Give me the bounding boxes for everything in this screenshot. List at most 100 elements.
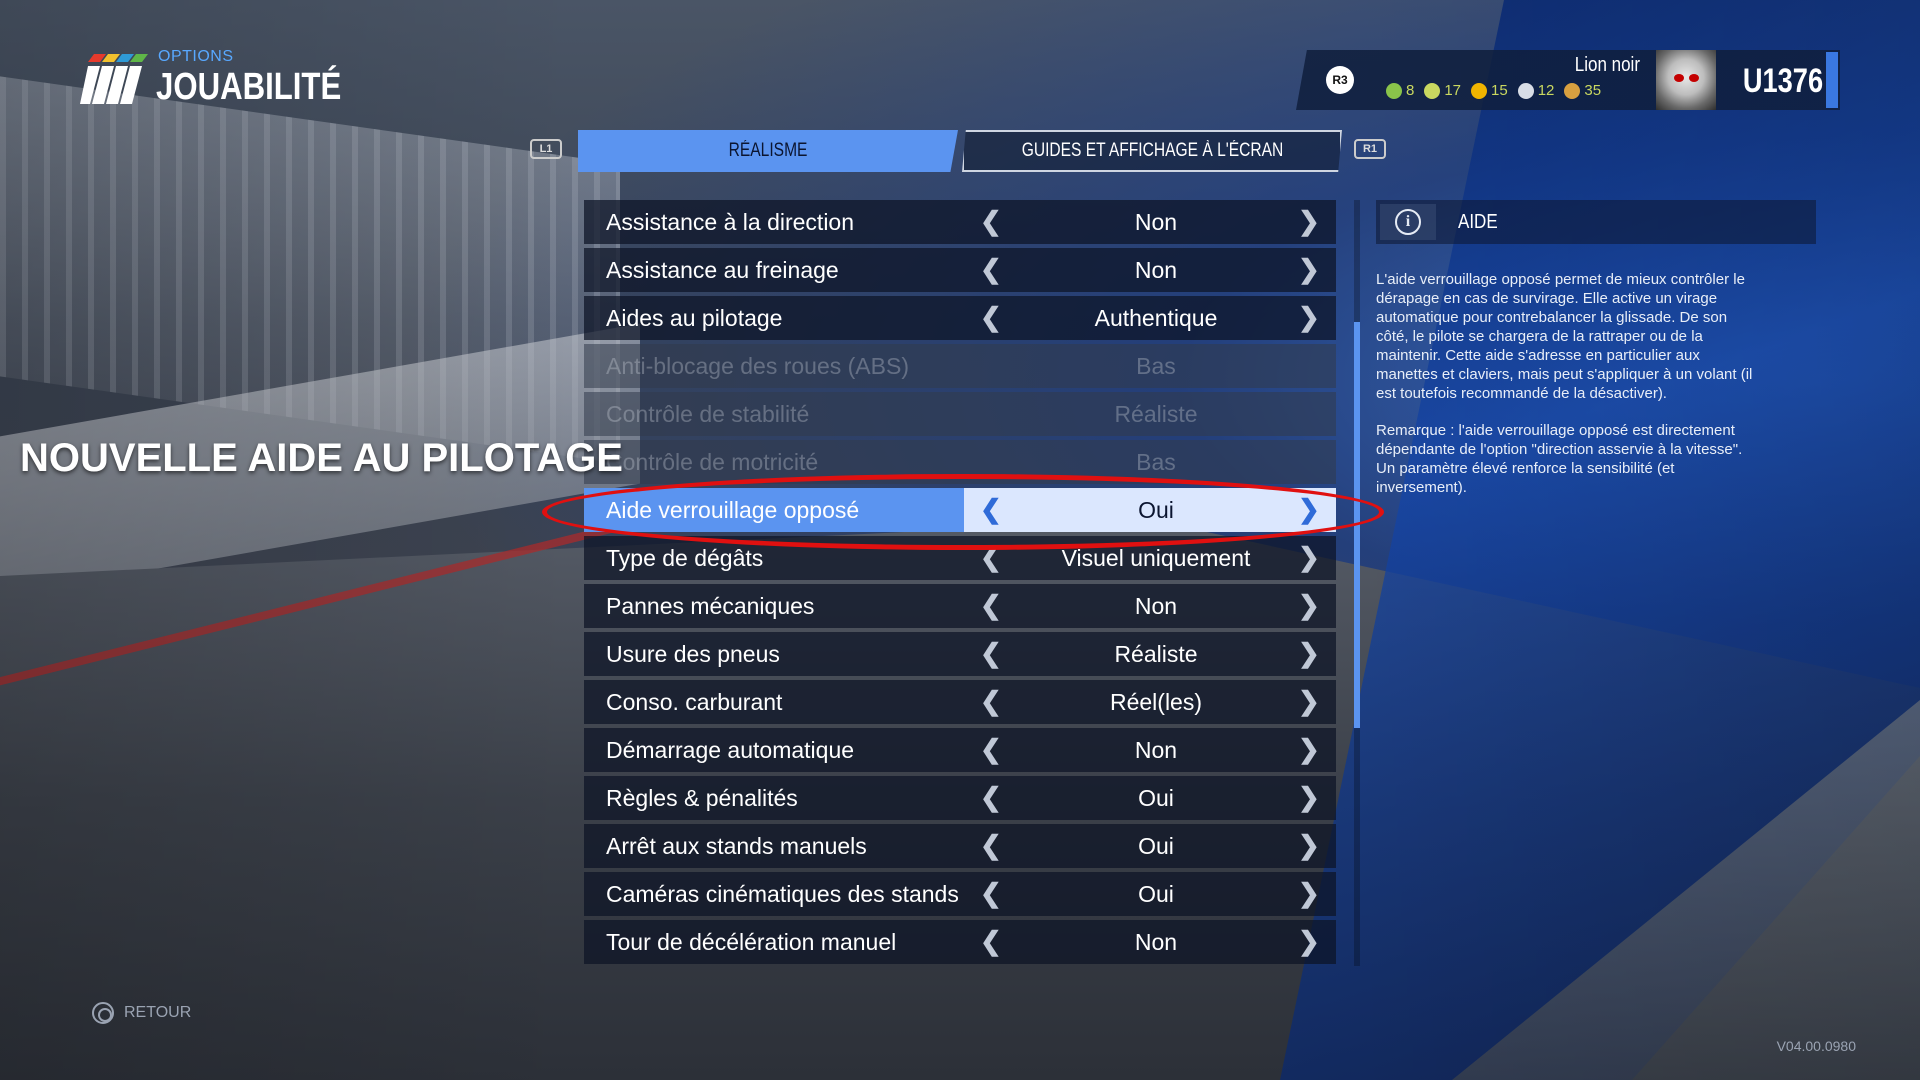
setting-value: Oui xyxy=(1138,880,1174,907)
chevron-right-icon[interactable]: ❯ xyxy=(1298,926,1320,957)
setting-value: Non xyxy=(1134,592,1178,619)
help-title-text: AIDE xyxy=(1458,211,1498,233)
back-label: RETOUR xyxy=(124,1004,192,1021)
setting-value: Bas xyxy=(1136,352,1176,379)
page-title: JOUABILITÉ xyxy=(156,66,342,108)
setting-label: Assistance à la direction xyxy=(606,208,855,235)
wheel-icon xyxy=(1386,82,1402,99)
setting-value: Non xyxy=(1134,256,1178,283)
setting-value: Oui xyxy=(1138,832,1174,859)
setting-label: Arrêt aux stands manuels xyxy=(606,832,867,859)
setting-value: Non xyxy=(1134,736,1178,763)
setting-row-tour-deceleration[interactable]: Tour de décélération manuel ❮ Non ❯ xyxy=(584,920,1336,964)
avatar-eye-left xyxy=(1674,74,1684,82)
stat-helmet: 15 xyxy=(1471,82,1508,99)
chevron-right-icon[interactable]: ❯ xyxy=(1298,590,1320,621)
setting-label: Type de dégâts xyxy=(606,544,764,571)
chevron-left-icon[interactable]: ❮ xyxy=(980,830,1002,861)
helmet-icon xyxy=(1471,82,1488,99)
chevron-right-icon[interactable]: ❯ xyxy=(1298,782,1320,813)
setting-value: Réaliste xyxy=(1114,400,1198,427)
setting-value: Oui xyxy=(1138,784,1174,811)
setting-value: Authentique xyxy=(1094,304,1218,331)
setting-label: Pannes mécaniques xyxy=(606,592,815,619)
info-glyph: i xyxy=(1395,209,1421,235)
chevron-left-icon[interactable]: ❮ xyxy=(980,302,1002,333)
stat-value: 15 xyxy=(1491,82,1508,99)
speed-icon xyxy=(1517,82,1534,99)
help-header xyxy=(1376,200,1816,244)
chevron-right-icon[interactable]: ❯ xyxy=(1298,878,1320,909)
setting-value: Non xyxy=(1134,928,1178,955)
setting-row-assistance-freinage[interactable]: Assistance au freinage ❮ Non ❯ xyxy=(584,248,1336,292)
setting-value: Réel(les) xyxy=(1109,688,1203,715)
chevron-left-icon[interactable]: ❮ xyxy=(980,590,1002,621)
setting-label: Caméras cinématiques des stands xyxy=(606,880,959,907)
player-rating: U1376 xyxy=(1742,62,1824,100)
chevron-left-icon[interactable]: ❮ xyxy=(980,734,1002,765)
chevron-left-icon[interactable]: ❮ xyxy=(980,254,1002,285)
l1-button-hint[interactable]: L1 xyxy=(530,139,562,159)
avatar-eye-right xyxy=(1689,74,1699,82)
back-button[interactable]: RETOUR xyxy=(92,1002,191,1024)
annotation-highlight-ring xyxy=(542,474,1384,550)
chevron-left-icon[interactable]: ❮ xyxy=(980,686,1002,717)
setting-label: Démarrage automatique xyxy=(606,736,855,763)
chevron-right-icon[interactable]: ❯ xyxy=(1298,830,1320,861)
settings-list: Assistance à la direction ❮ Non ❯ Assist… xyxy=(584,200,1336,968)
r1-button-hint[interactable]: R1 xyxy=(1354,139,1386,159)
chevron-left-icon[interactable]: ❮ xyxy=(980,926,1002,957)
setting-label: Anti-blocage des roues (ABS) xyxy=(606,352,909,379)
player-name: Lion noir xyxy=(1574,54,1640,76)
setting-row-aides-pilotage[interactable]: Aides au pilotage ❮ Authentique ❯ xyxy=(584,296,1336,340)
game-logo-icon xyxy=(80,54,148,104)
version-label: V04.00.0980 xyxy=(1776,1038,1856,1054)
setting-row-conso-carburant[interactable]: Conso. carburant ❮ Réel(les) ❯ xyxy=(584,680,1336,724)
r3-button-hint[interactable]: R3 xyxy=(1326,66,1354,94)
setting-row-pannes-mecaniques[interactable]: Pannes mécaniques ❮ Non ❯ xyxy=(584,584,1336,628)
section-label: OPTIONS xyxy=(158,48,234,65)
chevron-left-icon[interactable]: ❮ xyxy=(980,878,1002,909)
tab-guides-affichage[interactable]: Guides et affichage à l'écran xyxy=(962,130,1342,172)
chevron-right-icon[interactable]: ❯ xyxy=(1298,206,1320,237)
setting-label: Contrôle de motricité xyxy=(606,448,819,475)
stat-value: 8 xyxy=(1406,82,1415,99)
chevron-right-icon[interactable]: ❯ xyxy=(1298,638,1320,669)
setting-value: Non xyxy=(1134,208,1178,235)
chevron-left-icon[interactable]: ❮ xyxy=(980,206,1002,237)
stat-value: 12 xyxy=(1537,82,1555,99)
setting-row-demarrage-automatique[interactable]: Démarrage automatique ❮ Non ❯ xyxy=(584,728,1336,772)
stat-medal: 35 xyxy=(1564,82,1601,99)
setting-row-usure-pneus[interactable]: Usure des pneus ❮ Réaliste ❯ xyxy=(584,632,1336,676)
stat-value: 17 xyxy=(1444,82,1462,99)
setting-row-cameras-cinematiques[interactable]: Caméras cinématiques des stands ❮ Oui ❯ xyxy=(584,872,1336,916)
help-paragraph: Remarque : l'aide verrouillage opposé es… xyxy=(1376,422,1743,496)
stat-value: 35 xyxy=(1584,82,1602,99)
setting-row-regles-penalites[interactable]: Règles & pénalités ❮ Oui ❯ xyxy=(584,776,1336,820)
chevron-right-icon[interactable]: ❯ xyxy=(1298,734,1320,765)
info-icon: i xyxy=(1380,204,1436,240)
chevron-right-icon[interactable]: ❯ xyxy=(1298,302,1320,333)
setting-row-assistance-direction[interactable]: Assistance à la direction ❮ Non ❯ xyxy=(584,200,1336,244)
tab-label: Réalisme xyxy=(728,140,808,161)
chevron-right-icon[interactable]: ❯ xyxy=(1298,686,1320,717)
medal-icon xyxy=(1564,82,1581,99)
setting-label: Aides au pilotage xyxy=(606,304,783,331)
chevron-left-icon[interactable]: ❮ xyxy=(980,782,1002,813)
chevron-left-icon[interactable]: ❮ xyxy=(980,638,1002,669)
stat-wheel: 8 xyxy=(1386,82,1414,99)
tab-label: Guides et affichage à l'écran xyxy=(1021,140,1283,161)
chevron-right-icon[interactable]: ❯ xyxy=(1298,542,1320,573)
tab-realisme[interactable]: Réalisme xyxy=(578,130,958,172)
circle-button-icon xyxy=(92,1002,114,1024)
stat-speed: 12 xyxy=(1517,82,1555,99)
setting-value: Bas xyxy=(1136,448,1176,475)
setting-label: Tour de décélération manuel xyxy=(606,928,897,955)
annotation-caption: NOUVELLE AIDE AU PILOTAGE xyxy=(20,436,623,480)
setting-value: Réaliste xyxy=(1114,640,1198,667)
setting-row-arret-stands-manuels[interactable]: Arrêt aux stands manuels ❮ Oui ❯ xyxy=(584,824,1336,868)
avatar[interactable] xyxy=(1656,50,1716,110)
chevron-right-icon[interactable]: ❯ xyxy=(1298,254,1320,285)
setting-label: Contrôle de stabilité xyxy=(606,400,810,427)
setting-label: Assistance au freinage xyxy=(606,256,839,283)
